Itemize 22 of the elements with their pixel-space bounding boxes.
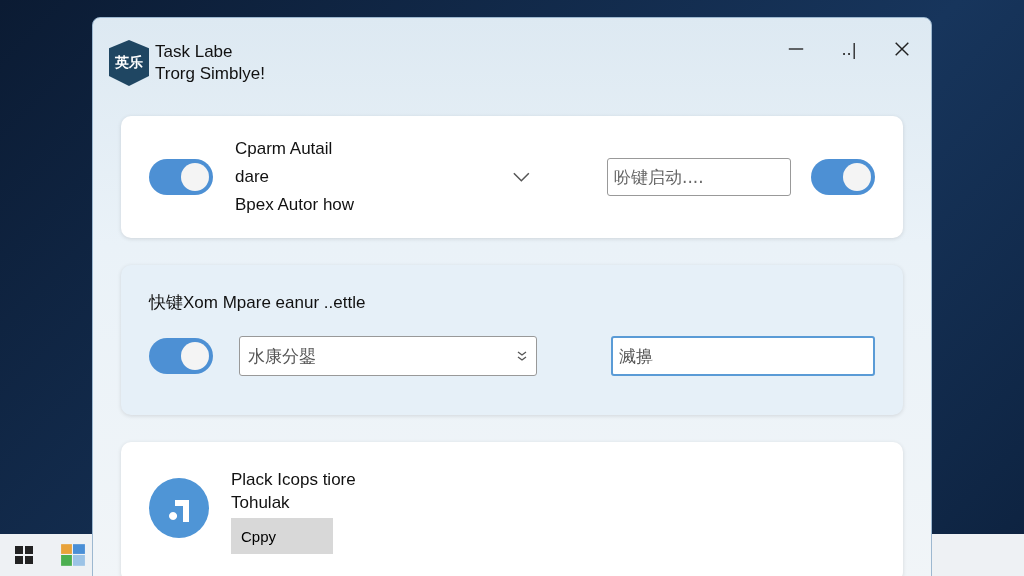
- input-field[interactable]: 吩键启动....: [607, 158, 791, 196]
- app-icon: [149, 478, 209, 538]
- close-icon[interactable]: [893, 40, 911, 58]
- windows-logo-icon[interactable]: [14, 545, 34, 565]
- input-field[interactable]: 滅擤: [611, 336, 875, 376]
- app-logo: 英乐: [109, 40, 149, 86]
- window-title: Task Labe: [155, 41, 234, 63]
- window-subtitle: Trorg Simblye!: [155, 63, 265, 85]
- toggle-switch[interactable]: [149, 338, 213, 374]
- setting-label: Cparm Autail dare: [235, 138, 334, 188]
- setting-label: Bpex Autor how: [235, 194, 356, 216]
- maximize-button[interactable]: ..|: [841, 39, 857, 59]
- app-label: Tohulak: [231, 492, 291, 514]
- chevron-down-icon[interactable]: [512, 171, 531, 183]
- double-chevron-icon: [516, 350, 528, 362]
- app-label: Plack Icops tiore: [231, 469, 356, 491]
- dropdown-field[interactable]: 水康分鑍: [239, 336, 537, 376]
- copy-button[interactable]: Cppy: [231, 518, 333, 554]
- toggle-switch[interactable]: [811, 159, 875, 195]
- section-heading: 快键Xom Mpare eanur ..ettle: [149, 293, 366, 312]
- toggle-switch[interactable]: [149, 159, 213, 195]
- app-tiles-icon[interactable]: [60, 542, 86, 568]
